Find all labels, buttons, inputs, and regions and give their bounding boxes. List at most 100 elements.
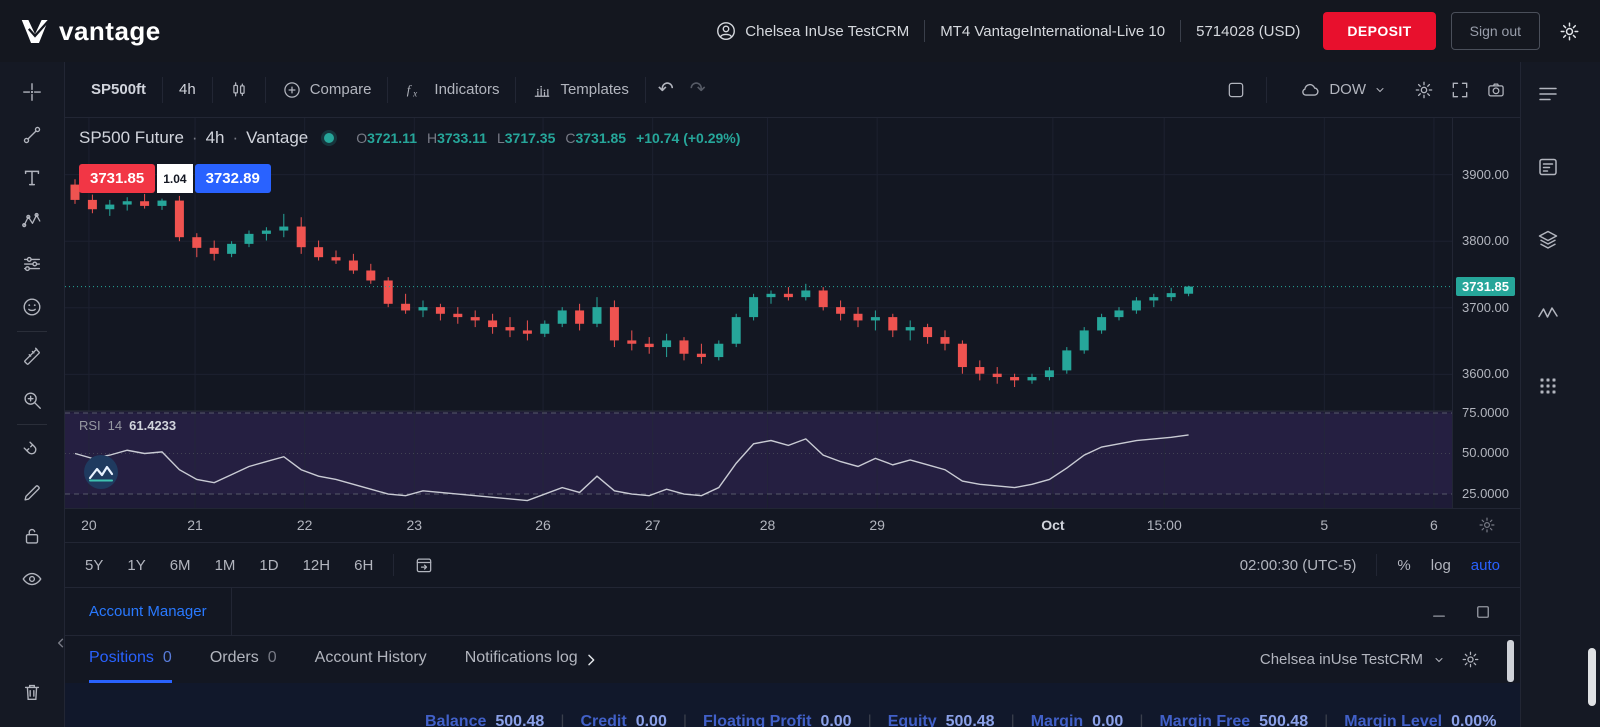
account-manager-header: Account Manager <box>65 588 1520 635</box>
summary-balance: Balance500.48 <box>425 713 544 727</box>
vantage-logo[interactable]: vantage <box>20 16 161 47</box>
topbar: vantage Chelsea InUse TestCRM MT4 Vantag… <box>0 0 1600 62</box>
divider <box>17 331 47 332</box>
rsi-axis-label: 75.0000 <box>1462 405 1509 420</box>
settings-gear-icon[interactable] <box>1559 21 1580 42</box>
price-axis[interactable]: 3900.003800.003700.003600.003731.8575.00… <box>1452 118 1520 508</box>
zoom-icon[interactable] <box>13 378 51 421</box>
time-axis[interactable]: 2021222326272829Oct15:0056 <box>65 508 1520 542</box>
divider <box>17 424 47 425</box>
pattern-tool-icon[interactable] <box>13 199 51 242</box>
user-menu[interactable]: Chelsea InUse TestCRM <box>715 20 909 42</box>
divider <box>162 77 163 103</box>
watchlist-icon[interactable] <box>1529 72 1567 115</box>
tab-positions[interactable]: Positions0 <box>89 636 172 683</box>
interval-label: 4h <box>179 81 196 98</box>
percent-scale-button[interactable]: % <box>1397 557 1410 574</box>
buy-button[interactable]: 3732.89 <box>195 164 271 193</box>
chart-settings-icon[interactable] <box>1414 80 1434 100</box>
candles-icon <box>229 80 249 100</box>
text-tool-icon[interactable] <box>13 156 51 199</box>
emoji-icon[interactable] <box>13 285 51 328</box>
drawing-tools-rail <box>0 62 65 727</box>
price-chart[interactable] <box>65 118 1452 508</box>
undo-icon[interactable]: ↶ <box>650 78 682 101</box>
brand-text: vantage <box>59 16 161 47</box>
range-button-1d[interactable]: 1D <box>259 557 278 574</box>
collapse-rail-icon[interactable] <box>54 636 68 650</box>
tabs-scroll-right-icon[interactable] <box>583 652 599 668</box>
range-button-1m[interactable]: 1M <box>215 557 236 574</box>
rsi-legend[interactable]: RSI 14 61.4233 <box>79 418 176 433</box>
clock-label[interactable]: 02:00:30 (UTC-5) <box>1240 557 1357 574</box>
price-axis-label: 3700.00 <box>1462 300 1509 315</box>
rsi-axis-label: 50.0000 <box>1462 445 1509 460</box>
sliders-icon[interactable] <box>13 242 51 285</box>
range-button-1y[interactable]: 1Y <box>127 557 145 574</box>
account-manager-panel: Account Manager Positions0 Orders0 Account… <box>65 587 1520 727</box>
account-manager-tabs: Positions0 Orders0 Account History Notifica… <box>65 635 1520 683</box>
chart-legend[interactable]: SP500 Future · 4h · Vantage O3721.11 H37… <box>79 128 740 148</box>
account-selector[interactable]: Chelsea inUse TestCRM <box>1260 651 1445 668</box>
draw-icon[interactable] <box>13 471 51 514</box>
chart-region: SP500ft 4h Compare fx Indicators <box>65 62 1520 727</box>
compare-button[interactable]: Compare <box>270 73 384 107</box>
templates-button[interactable]: Templates <box>520 73 640 107</box>
indicators-button[interactable]: fx Indicators <box>392 73 511 107</box>
tab-account-history[interactable]: Account History <box>315 636 427 683</box>
timezone-settings-icon[interactable] <box>1478 516 1496 534</box>
candles-style-button[interactable] <box>217 73 261 107</box>
server-label: MT4 VantageInternational-Live 10 <box>940 23 1165 40</box>
templates-icon <box>532 80 552 100</box>
chevron-down-icon <box>1374 84 1386 96</box>
time-axis-label: 28 <box>760 517 776 533</box>
data-window-icon[interactable] <box>1529 145 1567 188</box>
range-button-6h[interactable]: 6H <box>354 557 373 574</box>
magnet-icon[interactable] <box>13 428 51 471</box>
page-scrollbar-thumb[interactable] <box>1588 648 1596 706</box>
account-manager-title[interactable]: Account Manager <box>65 588 232 635</box>
symbol-button[interactable]: SP500ft <box>79 73 158 107</box>
divider <box>212 77 213 103</box>
layers-icon[interactable] <box>1529 218 1567 261</box>
panel-scrollbar[interactable] <box>1507 640 1514 682</box>
rsi-length: 14 <box>108 418 122 433</box>
eye-icon[interactable] <box>13 557 51 600</box>
tab-orders[interactable]: Orders0 <box>210 636 277 683</box>
ruler-icon[interactable] <box>13 335 51 378</box>
overlay-symbol-button[interactable]: DOW <box>1287 73 1398 107</box>
range-button-6m[interactable]: 6M <box>170 557 191 574</box>
sell-button[interactable]: 3731.85 <box>79 164 155 193</box>
maximize-icon[interactable] <box>1474 603 1492 621</box>
camera-icon[interactable] <box>1486 80 1506 100</box>
divider <box>645 77 646 103</box>
layout-icon[interactable] <box>1226 80 1246 100</box>
minimize-icon[interactable] <box>1430 603 1448 621</box>
tab-notifications-log[interactable]: Notifications log <box>465 636 577 683</box>
lock-icon[interactable] <box>13 514 51 557</box>
auto-scale-button[interactable]: auto <box>1471 557 1500 574</box>
trendline-icon[interactable] <box>13 113 51 156</box>
market-status-dot[interactable] <box>324 133 334 143</box>
redo-icon[interactable]: ↷ <box>682 78 714 101</box>
account-settings-icon[interactable] <box>1461 650 1480 669</box>
crosshair-icon[interactable] <box>13 70 51 113</box>
svg-text:x: x <box>413 88 418 98</box>
goto-date-icon[interactable] <box>414 555 434 575</box>
interval-button[interactable]: 4h <box>167 73 208 107</box>
time-axis-label: 15:00 <box>1147 517 1182 533</box>
grid-dots-icon[interactable] <box>1529 364 1567 407</box>
deposit-button[interactable]: DEPOSIT <box>1323 12 1435 50</box>
log-scale-button[interactable]: log <box>1431 557 1451 574</box>
fullscreen-icon[interactable] <box>1450 80 1470 100</box>
price-axis-label: 3800.00 <box>1462 233 1509 248</box>
range-button-12h[interactable]: 12H <box>303 557 331 574</box>
signout-button[interactable]: Sign out <box>1451 12 1540 50</box>
range-button-5y[interactable]: 5Y <box>85 557 103 574</box>
activity-icon[interactable] <box>1529 291 1567 334</box>
trash-icon[interactable] <box>13 670 51 713</box>
summary-separator: | <box>868 713 872 727</box>
indicators-label: Indicators <box>434 81 499 98</box>
account-number: 5714028 (USD) <box>1196 23 1300 40</box>
user-name: Chelsea InUse TestCRM <box>745 23 909 40</box>
